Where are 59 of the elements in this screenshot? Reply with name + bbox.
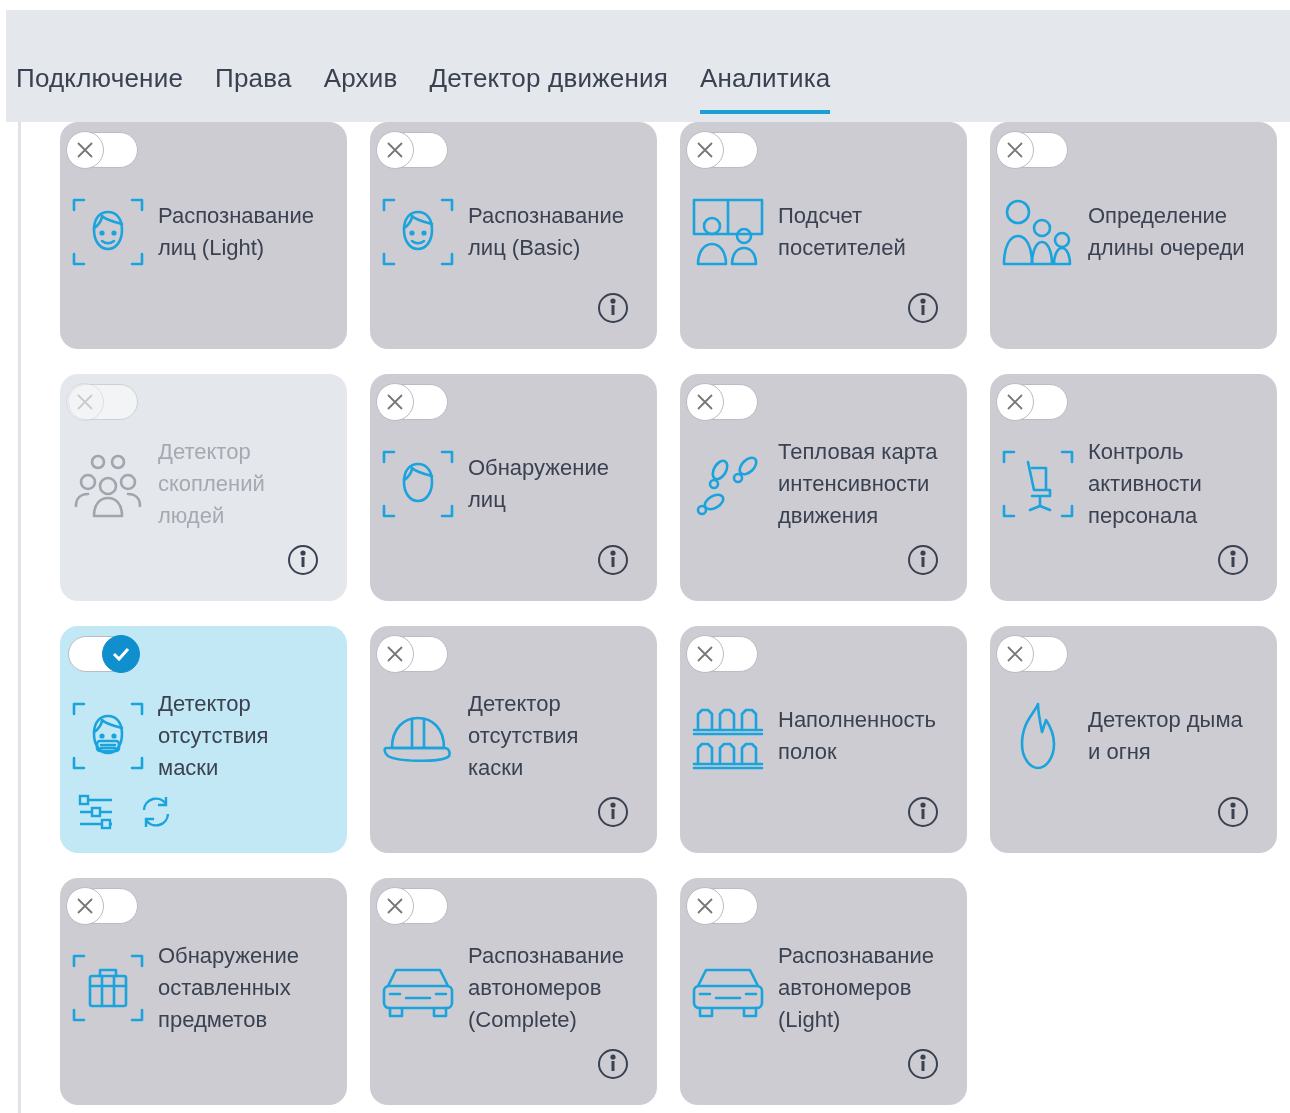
toggle-switch[interactable] xyxy=(68,636,138,672)
close-icon xyxy=(1006,645,1024,663)
module-label: Распознавание автономеров (Complete) xyxy=(468,941,625,1034)
close-icon xyxy=(1006,393,1024,411)
toggle-switch[interactable] xyxy=(998,132,1068,168)
toggle-switch[interactable] xyxy=(378,888,448,924)
module-label: Детектор отсутствия каски xyxy=(468,689,580,782)
tab[interactable]: Детектор движения xyxy=(429,63,668,114)
module-label: Распознавание лиц (Light) xyxy=(158,201,315,262)
info-icon[interactable] xyxy=(597,544,629,576)
module-label: Детектор отсутствия маски xyxy=(158,689,270,782)
close-icon xyxy=(696,897,714,915)
module-label: Детектор скоплений людей xyxy=(158,437,266,530)
settings-icon[interactable] xyxy=(76,794,112,830)
info-icon[interactable] xyxy=(907,292,939,324)
info-icon[interactable] xyxy=(907,1048,939,1080)
close-icon xyxy=(1006,141,1024,159)
module-label: Наполненность полок xyxy=(778,705,938,766)
toggle-switch[interactable] xyxy=(378,384,448,420)
module-label: Определение длины очереди xyxy=(1088,201,1246,262)
close-icon xyxy=(386,393,404,411)
close-icon xyxy=(696,393,714,411)
tab[interactable]: Подключение xyxy=(16,63,184,114)
close-icon xyxy=(386,645,404,663)
info-icon[interactable] xyxy=(907,796,939,828)
close-icon xyxy=(696,141,714,159)
module-label: Распознавание лиц (Basic) xyxy=(468,201,625,262)
toggle-switch[interactable] xyxy=(378,636,448,672)
info-icon[interactable] xyxy=(597,292,629,324)
module-label: Тепловая карта интенсивности движения xyxy=(778,437,939,530)
toggle-switch[interactable] xyxy=(998,384,1068,420)
tab[interactable]: Аналитика xyxy=(699,63,831,114)
close-icon xyxy=(76,897,94,915)
module-label: Распознавание автономеров (Light) xyxy=(778,941,935,1034)
close-icon xyxy=(76,393,94,411)
info-icon[interactable] xyxy=(1217,544,1249,576)
toggle-switch[interactable] xyxy=(688,636,758,672)
toggle-switch[interactable] xyxy=(998,636,1068,672)
info-icon[interactable] xyxy=(597,1048,629,1080)
module-label: Детектор дыма и огня xyxy=(1088,705,1244,766)
close-icon xyxy=(386,897,404,915)
close-icon xyxy=(76,141,94,159)
info-icon[interactable] xyxy=(597,796,629,828)
toggle-switch[interactable] xyxy=(688,132,758,168)
close-icon xyxy=(696,645,714,663)
info-icon[interactable] xyxy=(1217,796,1249,828)
tab[interactable]: Права xyxy=(215,63,292,114)
toggle-switch[interactable] xyxy=(68,132,138,168)
toggle-switch[interactable] xyxy=(688,384,758,420)
tab[interactable]: Архив xyxy=(323,63,398,114)
module-label: Подсчет посетителей xyxy=(778,201,907,262)
info-icon[interactable] xyxy=(907,544,939,576)
module-label: Обнаружение лиц xyxy=(468,453,610,514)
module-label: Обнаружение оставленных предметов xyxy=(158,941,300,1034)
module-label: Контроль активности персонала xyxy=(1088,437,1203,530)
toggle-switch[interactable] xyxy=(68,888,138,924)
toggle-switch[interactable] xyxy=(688,888,758,924)
toggle-switch[interactable] xyxy=(378,132,448,168)
close-icon xyxy=(386,141,404,159)
